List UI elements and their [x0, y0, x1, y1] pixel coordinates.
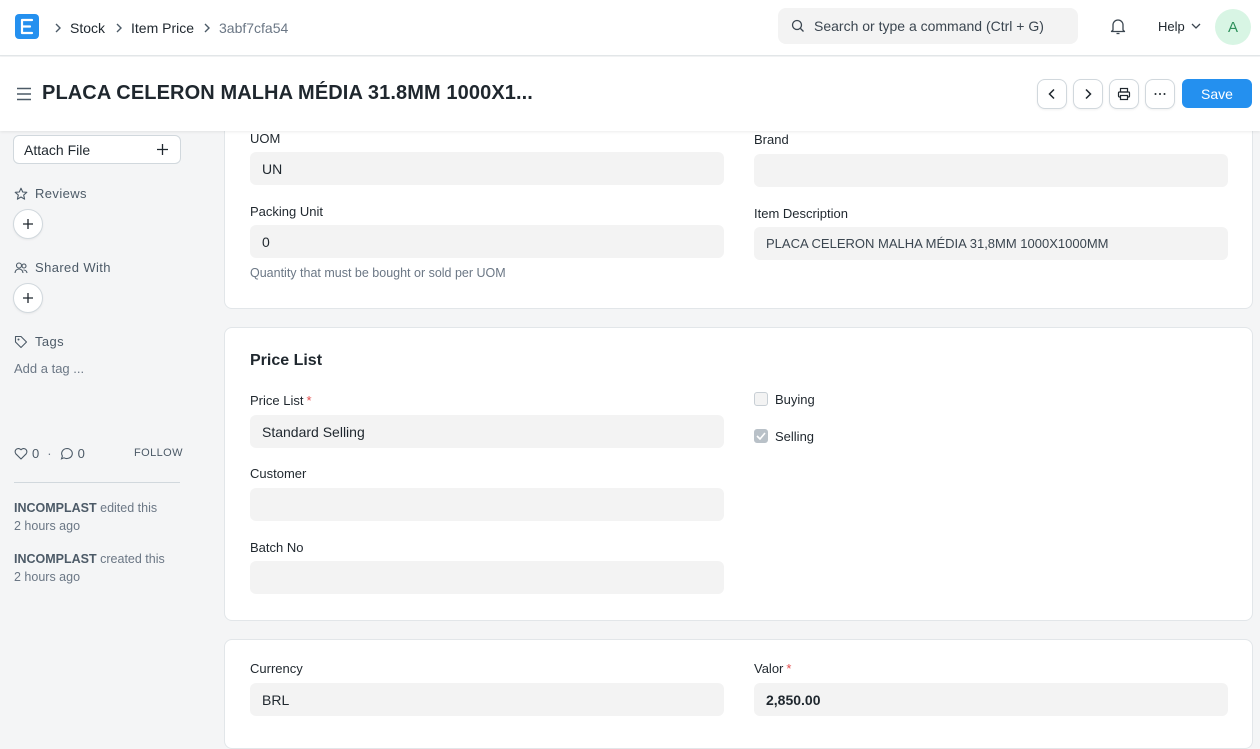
chevron-down-icon — [1191, 23, 1201, 29]
page-head: PLACA CELERON MALHA MÉDIA 31.8MM 1000X1.… — [0, 57, 1260, 131]
selling-checkbox[interactable] — [754, 429, 768, 443]
page-title: PLACA CELERON MALHA MÉDIA 31.8MM 1000X1.… — [42, 82, 533, 104]
packing-unit-help: Quantity that must be bought or sold per… — [250, 266, 506, 280]
currency-field[interactable]: BRL — [250, 683, 724, 716]
breadcrumb-stock[interactable]: Stock — [70, 0, 105, 56]
timeline-action: edited this — [100, 501, 158, 515]
notification-bell-icon[interactable] — [1109, 17, 1127, 38]
valor-label: Valor * — [754, 661, 792, 676]
packing-unit-label: Packing Unit — [250, 204, 323, 219]
comment-icon[interactable] — [60, 447, 74, 460]
add-review-button[interactable] — [13, 209, 43, 239]
chevron-right-icon — [115, 0, 123, 56]
printer-icon — [1117, 87, 1131, 101]
tag-icon — [14, 335, 28, 348]
packing-unit-field[interactable]: 0 — [250, 225, 724, 258]
help-label: Help — [1158, 18, 1185, 34]
likes-comments-row: 0 · 0 — [14, 446, 85, 461]
separator-dot: · — [47, 446, 52, 461]
print-button[interactable] — [1109, 79, 1139, 109]
save-button[interactable]: Save — [1182, 79, 1252, 108]
comments-count: 0 — [77, 446, 85, 461]
plus-icon — [23, 293, 33, 303]
timeline-item: INCOMPLAST edited this 2 hours ago — [14, 499, 194, 535]
batch-no-label: Batch No — [250, 540, 304, 555]
reviews-label: Reviews — [35, 186, 87, 201]
chevron-right-icon — [203, 0, 211, 56]
app-logo-icon[interactable] — [15, 14, 39, 39]
item-details-card: UOM UN Brand Packing Unit 0 Quantity tha… — [224, 110, 1253, 309]
more-actions-button[interactable] — [1145, 79, 1175, 109]
more-horizontal-icon — [1154, 93, 1166, 95]
tags-section-label: Tags — [14, 334, 64, 349]
help-dropdown[interactable]: Help — [1158, 0, 1201, 52]
breadcrumb-document-id[interactable]: 3abf7cfa54 — [219, 0, 288, 56]
shared-with-label: Shared With — [35, 260, 111, 275]
price-list-card: Price List Price List * Standard Selling … — [224, 327, 1253, 621]
price-list-label: Price List * — [250, 393, 312, 408]
brand-field[interactable] — [754, 154, 1228, 187]
form-sidebar: Attach File Reviews Shared With Tags Add… — [0, 131, 200, 733]
chevron-left-icon — [1048, 88, 1055, 100]
users-icon — [14, 261, 28, 273]
attach-file-button[interactable]: Attach File — [13, 135, 181, 164]
plus-icon — [23, 219, 33, 229]
follow-button[interactable]: FOLLOW — [134, 447, 183, 459]
search-placeholder: Search or type a command (Ctrl + G) — [814, 18, 1044, 34]
price-list-field[interactable]: Standard Selling — [250, 415, 724, 448]
timeline-item: INCOMPLAST created this 2 hours ago — [14, 550, 194, 586]
chevron-right-icon — [1085, 88, 1092, 100]
star-icon — [14, 187, 28, 200]
timeline-action: created this — [100, 552, 165, 566]
previous-doc-button[interactable] — [1037, 79, 1067, 109]
sidebar-divider — [14, 482, 180, 483]
check-icon — [756, 432, 766, 440]
add-share-button[interactable] — [13, 283, 43, 313]
customer-label: Customer — [250, 466, 307, 481]
avatar[interactable]: A — [1215, 9, 1251, 45]
navbar: Stock Item Price 3abf7cfa54 Search or ty… — [0, 0, 1260, 56]
item-description-field[interactable]: PLACA CELERON MALHA MÉDIA 31,8MM 1000X10… — [754, 227, 1228, 260]
item-description-label: Item Description — [754, 206, 848, 221]
timeline-user[interactable]: INCOMPLAST — [14, 501, 97, 515]
uom-label: UOM — [250, 131, 281, 146]
customer-field[interactable] — [250, 488, 724, 521]
heart-icon[interactable] — [14, 447, 28, 460]
timeline-time: 2 hours ago — [14, 570, 81, 584]
next-doc-button[interactable] — [1073, 79, 1103, 109]
shared-with-section-label: Shared With — [14, 260, 111, 275]
reviews-section-label: Reviews — [14, 186, 87, 201]
chevron-right-icon — [54, 0, 62, 56]
plus-icon — [156, 143, 169, 159]
sidebar-toggle-icon[interactable] — [16, 87, 32, 104]
brand-label: Brand — [754, 132, 789, 147]
uom-field[interactable]: UN — [250, 152, 724, 185]
timeline-time: 2 hours ago — [14, 519, 81, 533]
timeline-user[interactable]: INCOMPLAST — [14, 552, 97, 566]
search-icon — [791, 19, 805, 36]
buying-checkbox[interactable] — [754, 392, 768, 406]
search-input[interactable]: Search or type a command (Ctrl + G) — [778, 8, 1078, 44]
buying-label: Buying — [775, 392, 815, 407]
currency-label: Currency — [250, 661, 303, 676]
add-tag-link[interactable]: Add a tag ... — [14, 361, 84, 376]
attach-file-label: Attach File — [24, 141, 91, 158]
selling-label: Selling — [775, 429, 815, 444]
breadcrumb-item-price[interactable]: Item Price — [131, 0, 194, 56]
likes-count: 0 — [32, 446, 40, 461]
section-title: Price List — [250, 352, 323, 369]
batch-no-field[interactable] — [250, 561, 724, 594]
valor-field[interactable]: 2,850.00 — [754, 683, 1228, 716]
tags-label: Tags — [35, 334, 65, 349]
